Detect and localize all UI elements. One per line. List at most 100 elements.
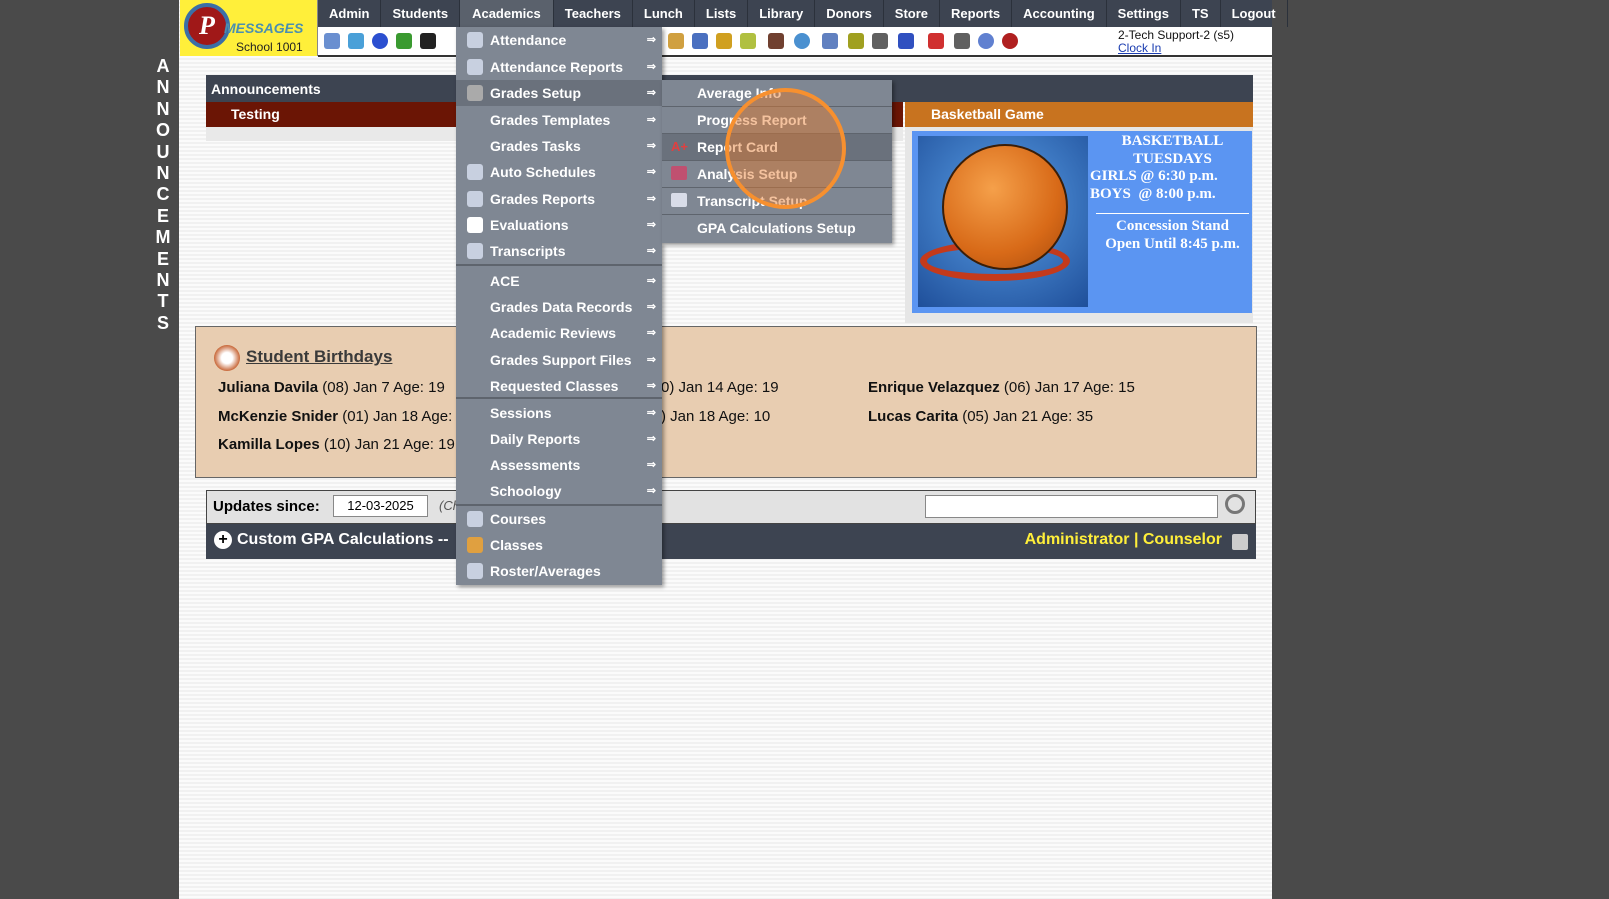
nav-ts[interactable]: TS (1181, 0, 1221, 27)
menu-item-attendance[interactable]: Attendance ⇒ (456, 27, 662, 53)
nav-library[interactable]: Library (748, 0, 816, 27)
menu-item-evaluations[interactable]: Evaluations ⇒ (456, 212, 662, 238)
menu-item-label: Evaluations (490, 217, 569, 233)
flyer-line: TUESDAYS (1133, 150, 1212, 167)
nav-donors[interactable]: Donors (815, 0, 884, 27)
clock-in-link[interactable]: Clock In (1118, 41, 1161, 55)
basketball-text: BASKETBALL TUESDAYS GIRLS @ 6:30 p.m. BO… (1090, 133, 1255, 253)
click-highlight-ring (725, 88, 846, 209)
menu-item-grades-data-records[interactable]: Grades Data Records ⇒ (456, 294, 662, 320)
pdf-icon[interactable] (928, 33, 944, 49)
print-icon[interactable] (1232, 534, 1248, 550)
expand-icon[interactable]: + (214, 531, 232, 549)
menu-item-roster-averages[interactable]: Roster/Averages (456, 558, 662, 584)
search-icon[interactable] (1225, 494, 1245, 514)
menu-item-label: Grades Support Files (490, 352, 632, 368)
menu-item-label: Daily Reports (490, 431, 581, 447)
gear-icon (467, 85, 483, 101)
menu-item-label: ACE (490, 273, 520, 289)
student-name[interactable]: Kamilla Lopes (218, 436, 320, 453)
menu-item-attendance-reports[interactable]: Attendance Reports ⇒ (456, 54, 662, 80)
nav-reports[interactable]: Reports (940, 0, 1013, 27)
basketball-image (918, 136, 1088, 307)
chat-icon[interactable] (396, 33, 412, 49)
menu-item-grades-setup[interactable]: Grades Setup ⇒ (456, 80, 662, 106)
export-icon[interactable] (740, 33, 756, 49)
nav-logout[interactable]: Logout (1221, 0, 1288, 27)
menu-item-assessments[interactable]: Assessments ⇒ (456, 452, 662, 478)
vertical-letter: E (156, 205, 169, 226)
menu-item-courses[interactable]: Courses (456, 506, 662, 532)
calendar-icon[interactable] (348, 33, 364, 49)
student-name[interactable]: Lucas Carita (868, 408, 958, 425)
nav-lunch[interactable]: Lunch (633, 0, 695, 27)
nav-admin[interactable]: Admin (318, 0, 382, 27)
menu-item-daily-reports[interactable]: Daily Reports ⇒ (456, 426, 662, 452)
student-name[interactable]: Juliana Davila (218, 379, 318, 396)
nav-accounting[interactable]: Accounting (1012, 0, 1107, 27)
submenu-arrow-icon: ⇒ (646, 245, 656, 257)
vertical-letter: A (156, 56, 170, 76)
menu-item-grades-reports[interactable]: Grades Reports ⇒ (456, 186, 662, 212)
calendar-icon (467, 164, 483, 180)
nav-academics[interactable]: Academics (460, 0, 554, 27)
nav-lists[interactable]: Lists (695, 0, 749, 27)
menu-item-grades-templates[interactable]: Grades Templates ⇒ (456, 107, 662, 133)
menu-item-requested-classes[interactable]: Requested Classes ⇒ (456, 373, 662, 399)
ap-icon[interactable] (898, 33, 914, 49)
search-icon[interactable] (324, 33, 340, 49)
alarm-icon[interactable] (794, 33, 810, 49)
student-name[interactable]: Enrique Velazquez (868, 379, 1000, 396)
submenu-arrow-icon: ⇒ (646, 193, 656, 205)
flyer-line: Open Until 8:45 p.m. (1105, 235, 1240, 252)
submenu-arrow-icon: ⇒ (646, 140, 656, 152)
menu-item-label: Attendance (490, 32, 567, 48)
menu-item-grades-tasks[interactable]: Grades Tasks ⇒ (456, 133, 662, 159)
logo-brand: MESSAGES (224, 20, 304, 36)
menu-item-label: Attendance Reports (490, 59, 624, 75)
person-icon[interactable] (768, 33, 784, 49)
burger-icon[interactable] (668, 33, 684, 49)
menu-item-label: Sessions (490, 405, 552, 421)
updates-date-input[interactable]: 12-03-2025 (333, 495, 428, 517)
submenu-item-gpa-calculations-setup[interactable]: GPA Calculations Setup (662, 215, 892, 242)
flyer-line: GIRLS @ 6:30 p.m. (1090, 168, 1218, 184)
nav-students[interactable]: Students (381, 0, 461, 27)
cash-register-icon[interactable] (954, 33, 970, 49)
menu-item-classes[interactable]: Classes (456, 532, 662, 558)
roles[interactable]: Administrator | Counselor (1025, 531, 1222, 549)
student-name[interactable]: McKenzie Snider (218, 408, 338, 425)
birthday-entry: Lucas Carita (05) Jan 21 Age: 35 (868, 408, 1093, 425)
birthday-entry: ) Jan 18 Age: 10 (661, 408, 770, 425)
search-input[interactable] (925, 495, 1218, 518)
birthdays-title[interactable]: Student Birthdays (214, 345, 392, 371)
email-icon[interactable] (372, 33, 388, 49)
menu-item-label: Grades Reports (490, 191, 596, 207)
menu-item-auto-schedules[interactable]: Auto Schedules ⇒ (456, 159, 662, 185)
phone-icon[interactable] (420, 33, 436, 49)
help-icon[interactable] (978, 33, 994, 49)
nav-settings[interactable]: Settings (1107, 0, 1181, 27)
calculator-icon[interactable] (822, 33, 838, 49)
menu-item-sessions[interactable]: Sessions ⇒ (456, 400, 662, 426)
power-icon[interactable] (1002, 33, 1018, 49)
menu-item-schoology[interactable]: Schoology ⇒ (456, 478, 662, 504)
logo[interactable]: P MESSAGES School 1001 (180, 0, 318, 56)
menu-item-transcripts[interactable]: Transcripts ⇒ (456, 238, 662, 264)
book-icon[interactable] (692, 33, 708, 49)
nav-teachers[interactable]: Teachers (554, 0, 633, 27)
menu-item-label: Grades Tasks (490, 138, 581, 154)
printer-icon[interactable] (872, 33, 888, 49)
menu-divider (456, 397, 662, 399)
bell-icon[interactable] (716, 33, 732, 49)
gpa-title[interactable]: + Custom GPA Calculations -- (214, 531, 449, 549)
submenu-arrow-icon: ⇒ (646, 275, 656, 287)
card-icon[interactable] (848, 33, 864, 49)
submenu-arrow-icon: ⇒ (646, 485, 656, 497)
menu-item-academic-reviews[interactable]: Academic Reviews ⇒ (456, 320, 662, 346)
menu-item-ace[interactable]: ACE ⇒ (456, 268, 662, 294)
menu-item-label: Roster/Averages (490, 563, 601, 579)
menu-item-grades-support-files[interactable]: Grades Support Files ⇒ (456, 347, 662, 373)
nav-store[interactable]: Store (884, 0, 941, 27)
basketball-header[interactable]: Basketball Game (905, 102, 1253, 127)
